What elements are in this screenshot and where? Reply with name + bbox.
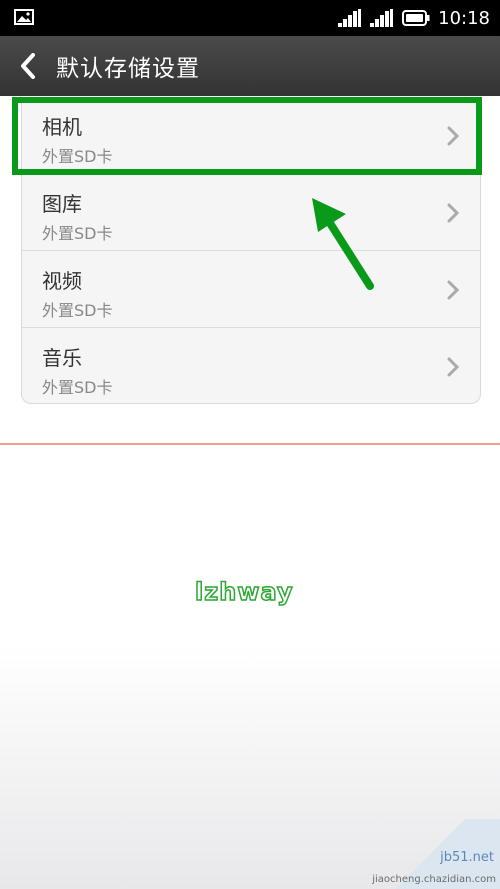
list-item-title: 视频: [42, 269, 82, 293]
status-time: 10:18: [438, 7, 490, 29]
chevron-right-icon: [447, 357, 460, 377]
back-arrow-icon: [21, 53, 35, 79]
title-bar: 默认存储设置: [0, 36, 500, 96]
list-item-subtitle: 外置SD卡: [42, 378, 113, 397]
watermark-text: lzhway: [194, 577, 294, 607]
list-item-gallery[interactable]: 图库 外置SD卡: [22, 174, 480, 251]
image-notification-icon: [14, 9, 34, 25]
list-item-subtitle: 外置SD卡: [42, 147, 113, 166]
list-item-subtitle: 外置SD卡: [42, 301, 113, 320]
list-item-title: 图库: [42, 192, 82, 216]
chevron-right-icon: [447, 126, 460, 146]
site-domain: jb51.net: [440, 850, 494, 865]
list-item-camera[interactable]: 相机 外置SD卡: [22, 97, 480, 174]
list-item-video[interactable]: 视频 外置SD卡: [22, 251, 480, 328]
storage-settings-list: 相机 外置SD卡 图库 外置SD卡 视频 外置SD卡 音乐 外置SD卡: [21, 97, 481, 404]
back-button[interactable]: [0, 36, 56, 96]
chevron-right-icon: [447, 280, 460, 300]
site-url: jiaocheng.chazidian.com: [372, 874, 496, 885]
status-bar: 10:18: [0, 0, 500, 36]
pointer-arrow-icon: [312, 198, 374, 290]
battery-icon: [402, 10, 430, 26]
signal-icon-1: [338, 9, 362, 27]
chevron-right-icon: [447, 203, 460, 223]
page-title: 默认存储设置: [56, 56, 200, 82]
signal-icon-2: [370, 9, 394, 27]
list-item-subtitle: 外置SD卡: [42, 224, 113, 243]
list-item-title: 相机: [42, 115, 82, 139]
list-item-title: 音乐: [42, 346, 82, 370]
list-item-music[interactable]: 音乐 外置SD卡: [22, 328, 480, 404]
